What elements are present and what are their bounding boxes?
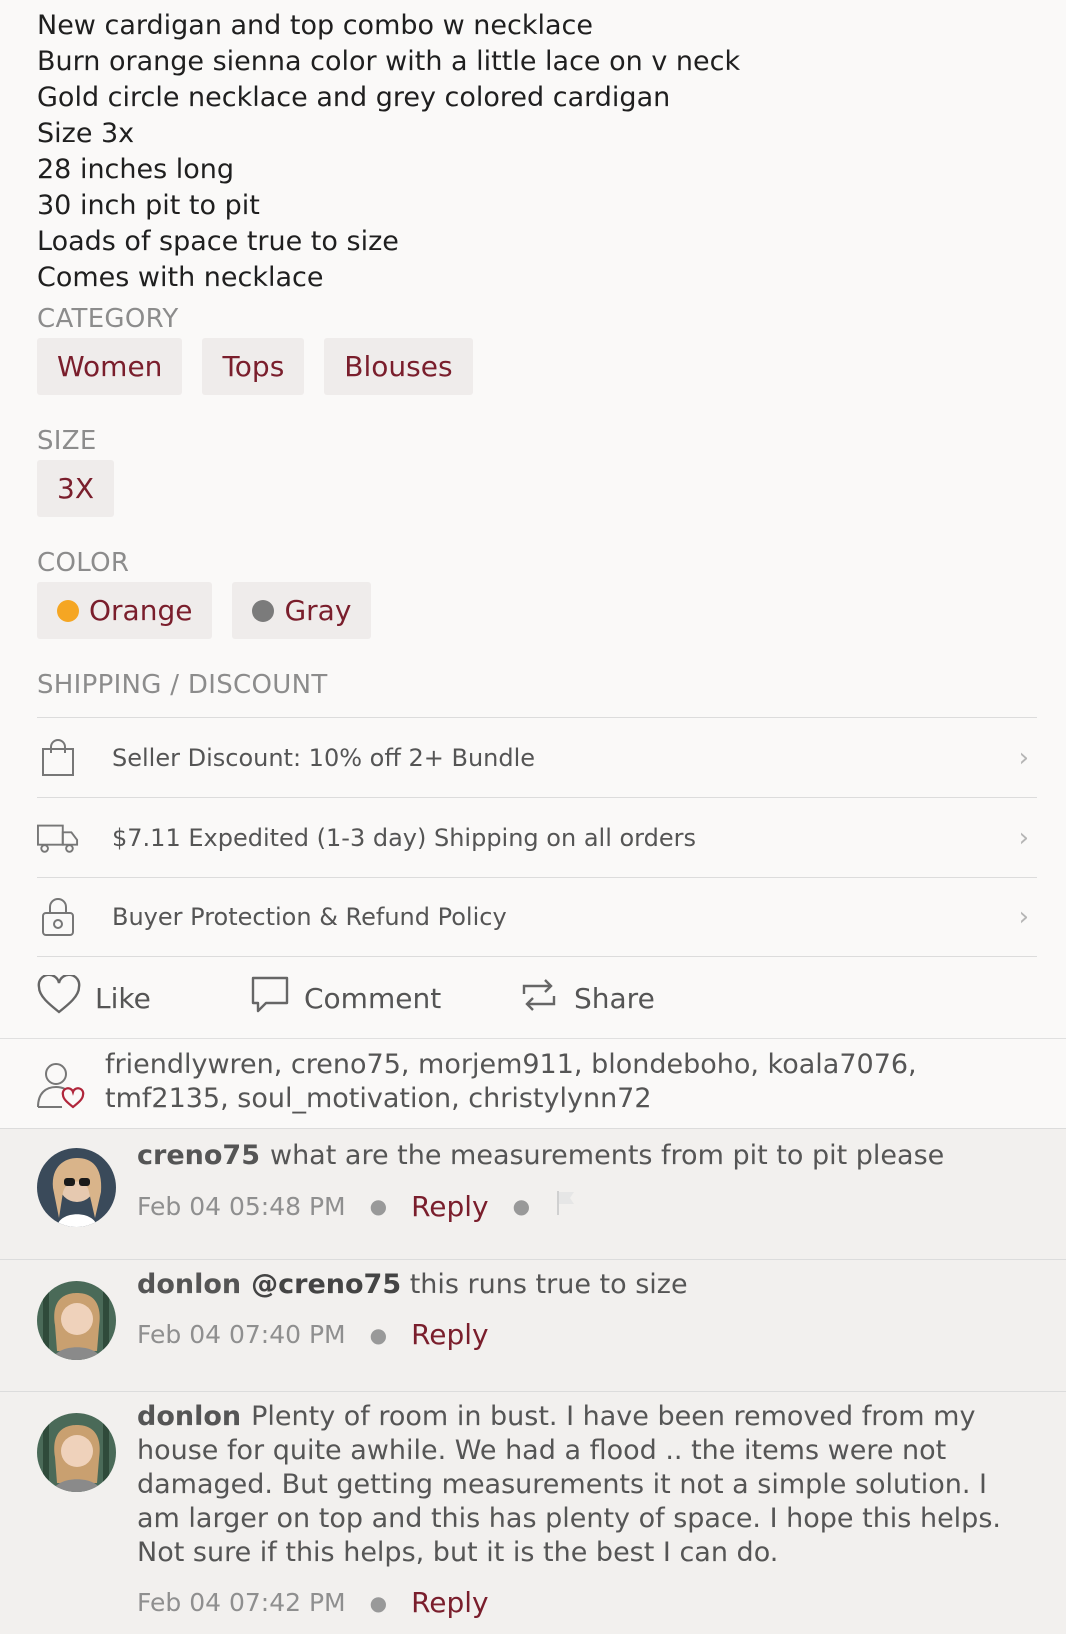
avatar[interactable] — [37, 1148, 116, 1227]
comment-text: this runs true to size — [401, 1269, 688, 1300]
share-button[interactable]: Share — [518, 974, 655, 1023]
description-line: Loads of space true to size — [37, 226, 399, 257]
category-chip-blouses[interactable]: Blouses — [324, 338, 473, 395]
comment-body: creno75 what are the measurements from pi… — [137, 1139, 1037, 1173]
listing-description: New cardigan and top combo w necklace Bu… — [37, 8, 1027, 296]
seller-discount-row[interactable]: Seller Discount: 10% off 2+ Bundle › — [37, 717, 1037, 797]
color-chips: Orange Gray — [37, 582, 372, 639]
separator-dot: ● — [369, 1590, 388, 1615]
shipping-list: Seller Discount: 10% off 2+ Bundle › $7.… — [37, 717, 1037, 957]
flag-icon[interactable] — [554, 1189, 580, 1223]
description-line: Comes with necklace — [37, 262, 324, 293]
separator-dot: ● — [369, 1194, 388, 1218]
buyer-protection-text: Buyer Protection & Refund Policy — [112, 903, 507, 931]
color-name: Gray — [284, 594, 352, 627]
like-label: Like — [95, 981, 151, 1015]
reply-button[interactable]: Reply — [411, 1318, 489, 1351]
description-line: 30 inch pit to pit — [37, 190, 260, 221]
share-label: Share — [574, 981, 655, 1015]
orange-swatch — [57, 599, 79, 622]
separator-dot: ● — [512, 1194, 531, 1218]
seller-discount-text: Seller Discount: 10% off 2+ Bundle — [112, 743, 536, 772]
comment-username[interactable]: creno75 — [137, 1140, 260, 1171]
comment-body: donlon @creno75 this runs true to size — [137, 1268, 1037, 1302]
comment-meta: Feb 04 07:40 PM ● Reply — [137, 1318, 489, 1351]
color-chip-orange[interactable]: Orange — [37, 582, 213, 639]
user-heart-icon — [36, 1061, 86, 1113]
description-line: Burn orange sienna color with a little l… — [37, 46, 741, 77]
comment-time: Feb 04 07:40 PM — [137, 1320, 346, 1349]
category-chips: Women Tops Blouses — [37, 338, 473, 395]
color-chip-gray[interactable]: Gray — [232, 582, 372, 639]
comment-item: creno75 what are the measurements from pi… — [0, 1128, 1066, 1259]
chevron-right-icon: › — [1018, 822, 1029, 853]
delivery-truck-icon — [37, 817, 79, 859]
likers-list[interactable]: friendlywren, creno75, morjem911, blonde… — [105, 1048, 1005, 1116]
category-chip-tops[interactable]: Tops — [202, 338, 305, 395]
action-bar: Like Comment Share — [37, 972, 655, 1024]
avatar[interactable] — [37, 1281, 116, 1360]
padlock-icon — [37, 896, 79, 938]
expedited-shipping-text: $7.11 Expedited (1-3 day) Shipping on al… — [112, 823, 696, 852]
description-line: Size 3x — [37, 118, 135, 149]
comment-time: Feb 04 05:48 PM — [137, 1191, 346, 1221]
comment-time: Feb 04 07:42 PM — [137, 1588, 346, 1617]
color-label: COLOR — [37, 548, 130, 578]
description-line: 28 inches long — [37, 154, 235, 185]
comment-body: donlon Plenty of room in bust. I have bee… — [137, 1400, 1017, 1570]
comment-meta: Feb 04 05:48 PM ● Reply ● — [137, 1189, 580, 1223]
reply-button[interactable]: Reply — [411, 1190, 489, 1223]
comment-button[interactable]: Comment — [250, 975, 518, 1022]
size-chips: 3X — [37, 460, 114, 517]
comment-mention[interactable]: @creno75 — [251, 1269, 401, 1300]
share-arrows-icon — [518, 974, 560, 1023]
comment-text: Plenty of room in bust. I have been remo… — [137, 1401, 1001, 1568]
shipping-label: SHIPPING / DISCOUNT — [37, 670, 328, 700]
comment-meta: Feb 04 07:42 PM ● Reply — [137, 1586, 489, 1619]
like-button[interactable]: Like — [37, 973, 250, 1022]
expedited-shipping-row[interactable]: $7.11 Expedited (1-3 day) Shipping on al… — [37, 797, 1037, 877]
size-chip[interactable]: 3X — [37, 460, 114, 517]
heart-icon — [37, 973, 81, 1022]
description-line: New cardigan and top combo w necklace — [37, 10, 593, 41]
category-chip-women[interactable]: Women — [37, 338, 183, 395]
category-label: CATEGORY — [37, 304, 179, 334]
color-name: Orange — [89, 594, 193, 627]
comment-item: donlon @creno75 this runs true to size Fe… — [0, 1259, 1066, 1391]
size-label: SIZE — [37, 426, 97, 456]
buyer-protection-row[interactable]: Buyer Protection & Refund Policy › — [37, 877, 1037, 957]
chevron-right-icon: › — [1018, 742, 1029, 773]
reply-button[interactable]: Reply — [411, 1586, 489, 1619]
separator-dot: ● — [369, 1322, 388, 1347]
comment-item: donlon Plenty of room in bust. I have bee… — [0, 1391, 1066, 1634]
comment-text: what are the measurements from pit to pi… — [269, 1140, 945, 1171]
likers-section: friendlywren, creno75, morjem911, blonde… — [0, 1038, 1066, 1128]
chevron-right-icon: › — [1018, 902, 1029, 932]
gray-swatch — [252, 599, 275, 622]
comment-label: Comment — [304, 981, 442, 1015]
speech-bubble-icon — [250, 975, 290, 1022]
avatar[interactable] — [37, 1413, 116, 1492]
description-line: Gold circle necklace and grey colored ca… — [37, 82, 671, 113]
comment-username[interactable]: donlon — [137, 1401, 241, 1432]
shopping-bag-icon — [37, 737, 79, 779]
comment-username[interactable]: donlon — [137, 1269, 241, 1300]
